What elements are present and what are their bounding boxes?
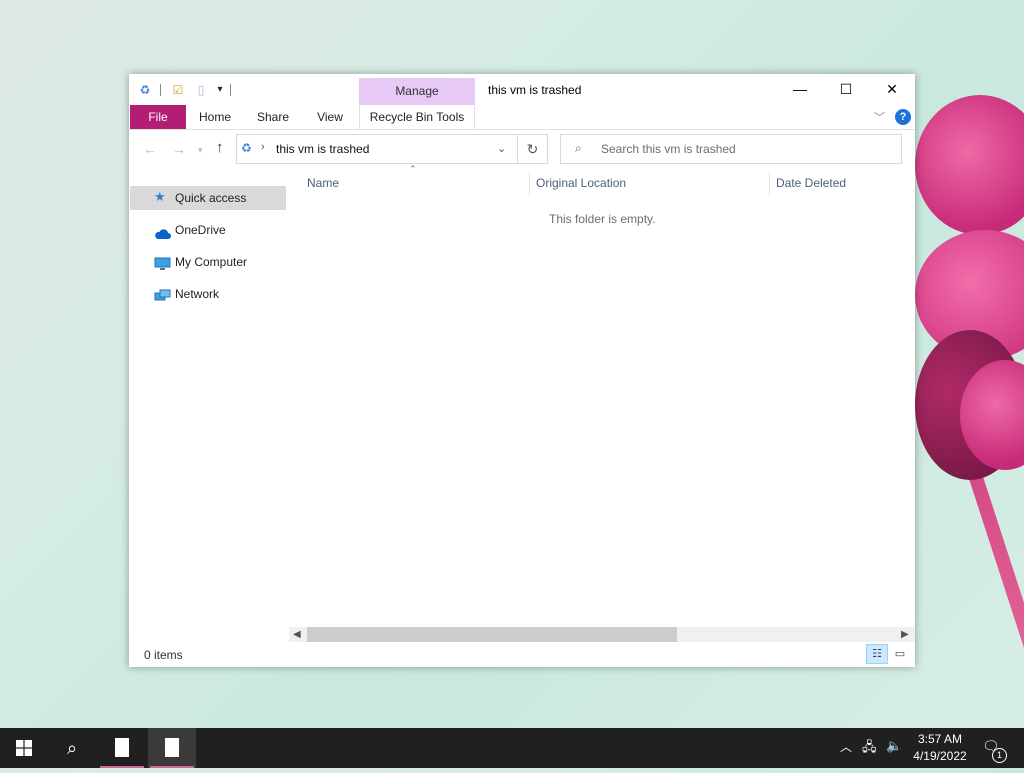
computer-icon — [154, 255, 171, 270]
nav-item-label: OneDrive — [175, 223, 226, 237]
expand-ribbon-icon[interactable]: ﹀ — [874, 109, 885, 125]
wallpaper-flower-stem — [960, 447, 1024, 757]
star-icon: ★ — [154, 189, 166, 204]
item-count: 0 items — [144, 648, 183, 662]
recycle-bin-icon[interactable]: ♻ — [138, 83, 152, 97]
address-bar[interactable]: ♻ › this vm is trashed ⌄ — [236, 134, 518, 164]
file-list[interactable]: ⌃ Name Original Location Date Deleted Th… — [289, 164, 915, 636]
nav-item-onedrive[interactable]: OneDrive — [130, 218, 286, 242]
network-tray-icon[interactable]: 🖧 — [862, 738, 877, 760]
search-icon: ⌕ — [575, 141, 582, 155]
window-title: this vm is trashed — [488, 83, 582, 97]
breadcrumb-current[interactable]: this vm is trashed — [276, 142, 369, 156]
details-view-button[interactable]: ☷ — [866, 644, 888, 664]
taskbar: ⌕ ︿ 🖧 🔈 3:57 AM 4/19/2022 🗨 1 — [0, 728, 1024, 768]
show-hidden-icons-icon[interactable]: ︿ — [840, 738, 852, 755]
clock[interactable]: 3:57 AM 4/19/2022 — [905, 731, 975, 765]
horizontal-scrollbar[interactable]: ◀ ▶ — [289, 627, 915, 642]
refresh-button[interactable]: ↻ — [517, 134, 548, 164]
address-row: ← → ▾ ↑ ♻ › this vm is trashed ⌄ ↻ ⌕ — [129, 132, 915, 166]
tab-file[interactable]: File — [130, 105, 186, 129]
notification-badge: 1 — [992, 748, 1007, 763]
document-icon — [115, 738, 129, 757]
scrollbar-thumb[interactable] — [307, 627, 677, 642]
search-taskbar-button[interactable]: ⌕ — [48, 728, 96, 768]
close-button[interactable]: ✕ — [869, 74, 915, 105]
network-icon — [154, 287, 171, 301]
manage-contextual-tab[interactable]: Manage — [359, 78, 475, 105]
recent-locations-icon[interactable]: ▾ — [198, 145, 203, 156]
tab-recycle-bin-tools[interactable]: Recycle Bin Tools — [359, 105, 475, 129]
nav-item-label: My Computer — [175, 255, 248, 269]
column-divider[interactable] — [769, 172, 770, 196]
tab-home[interactable]: Home — [189, 105, 241, 129]
properties-icon[interactable]: ☑ — [171, 83, 185, 97]
taskbar-app-notepad[interactable] — [98, 728, 146, 768]
search-box[interactable]: ⌕ — [560, 134, 902, 164]
nav-item-quick-access[interactable]: ★ Quick access — [130, 186, 286, 210]
sort-ascending-icon: ⌃ — [409, 164, 417, 174]
scroll-left-icon[interactable]: ◀ — [293, 627, 301, 642]
wallpaper-petal — [915, 95, 1024, 235]
nav-item-my-computer[interactable]: My Computer — [130, 250, 286, 274]
back-arrow-icon[interactable]: ← — [143, 141, 157, 157]
nav-item-network[interactable]: Network — [130, 282, 286, 306]
clock-time: 3:57 AM — [917, 732, 963, 746]
document-icon — [165, 738, 179, 757]
empty-folder-message: This folder is empty. — [549, 212, 656, 226]
scroll-right-icon[interactable]: ▶ — [901, 627, 909, 642]
title-bar: ♻ ☑ ▯ ▾ Manage this vm is trashed — ☐ ✕ — [129, 74, 915, 105]
column-header-date-deleted[interactable]: Date Deleted — [776, 176, 846, 190]
file-explorer-window: ♻ ☑ ▯ ▾ Manage this vm is trashed — ☐ ✕ … — [129, 74, 915, 667]
cloud-icon — [154, 224, 171, 239]
search-icon: ⌕ — [66, 738, 78, 758]
qat-customize-icon[interactable]: ▾ — [213, 83, 227, 97]
recycle-bin-icon: ♻ — [241, 141, 252, 155]
column-header-original-location[interactable]: Original Location — [536, 176, 626, 190]
clock-date: 4/19/2022 — [913, 749, 967, 763]
volume-icon[interactable]: 🔈 — [886, 738, 902, 754]
column-divider[interactable] — [529, 172, 530, 196]
up-arrow-icon[interactable]: ↑ — [216, 139, 224, 156]
help-icon[interactable]: ? — [895, 109, 911, 125]
nav-item-label: Quick access — [175, 191, 247, 205]
qat-separator — [160, 84, 161, 96]
navigation-pane: ★ Quick access OneDrive My Computer Netw… — [129, 184, 289, 634]
taskbar-app-explorer[interactable] — [148, 728, 196, 768]
minimize-button[interactable]: — — [777, 74, 823, 105]
status-bar: 0 items ☷ ▭ — [129, 644, 915, 667]
qat-separator — [230, 84, 231, 96]
large-icons-view-button[interactable]: ▭ — [889, 644, 911, 664]
forward-arrow-icon[interactable]: → — [172, 141, 186, 157]
column-header-name[interactable]: Name — [307, 176, 339, 190]
search-input[interactable] — [599, 141, 883, 157]
maximize-button[interactable]: ☐ — [823, 74, 869, 105]
start-button[interactable] — [0, 728, 48, 768]
tab-view[interactable]: View — [305, 105, 355, 129]
tab-share[interactable]: Share — [249, 105, 297, 129]
address-dropdown-icon[interactable]: ⌄ — [497, 142, 506, 155]
new-folder-icon[interactable]: ▯ — [194, 83, 208, 97]
nav-item-label: Network — [175, 287, 220, 301]
breadcrumb-chevron-icon[interactable]: › — [261, 141, 265, 153]
ribbon-tabs: File Home Share View Recycle Bin Tools ﹀… — [129, 105, 915, 130]
windows-logo-icon — [16, 740, 32, 756]
